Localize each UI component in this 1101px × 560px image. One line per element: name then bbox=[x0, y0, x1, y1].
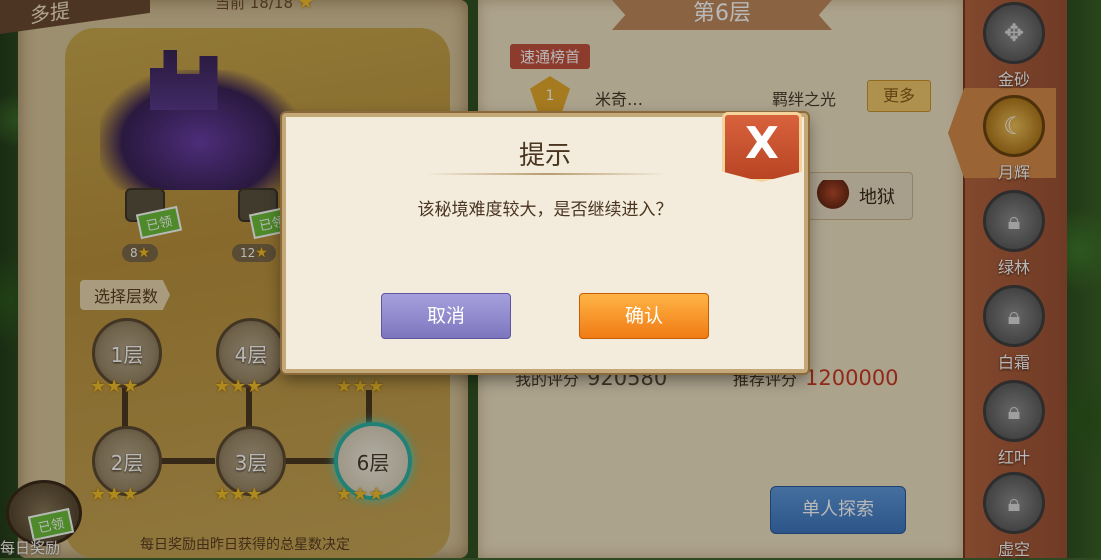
title-divider bbox=[426, 173, 666, 175]
close-icon[interactable]: X bbox=[722, 112, 802, 182]
cancel-button[interactable]: 取消 bbox=[381, 293, 511, 339]
dialog-message: 该秘境难度较大，是否继续进入？ bbox=[417, 200, 673, 220]
confirm-button[interactable]: 确认 bbox=[579, 293, 709, 339]
